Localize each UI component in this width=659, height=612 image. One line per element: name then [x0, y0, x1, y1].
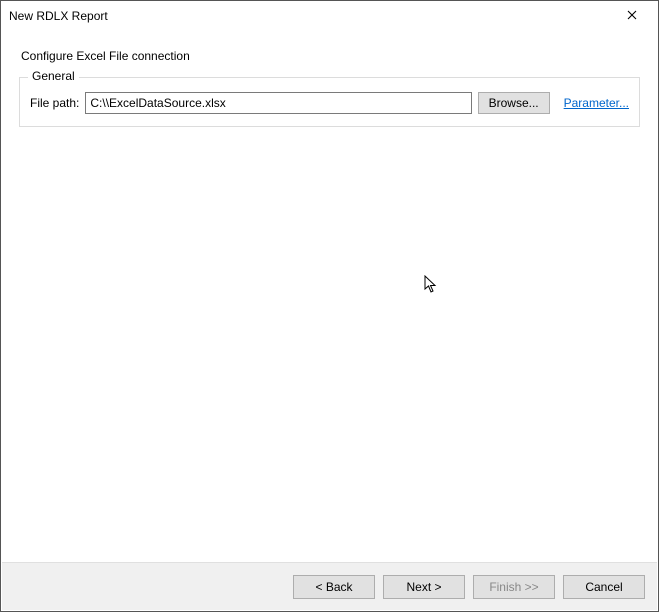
cursor-icon [424, 275, 440, 298]
parameter-link[interactable]: Parameter... [564, 96, 629, 110]
window-title: New RDLX Report [9, 9, 108, 23]
file-path-label: File path: [30, 96, 79, 110]
back-button[interactable]: < Back [293, 575, 375, 599]
file-path-input[interactable] [85, 92, 471, 114]
finish-button: Finish >> [473, 575, 555, 599]
file-path-row: File path: Browse... Parameter... [30, 92, 629, 114]
general-legend: General [28, 69, 79, 83]
browse-button[interactable]: Browse... [478, 92, 550, 114]
cancel-button[interactable]: Cancel [563, 575, 645, 599]
general-group: General File path: Browse... Parameter..… [19, 77, 640, 127]
titlebar: New RDLX Report [1, 1, 658, 31]
next-button[interactable]: Next > [383, 575, 465, 599]
wizard-footer: < Back Next > Finish >> Cancel [2, 562, 657, 610]
close-icon [627, 9, 637, 23]
content-area: Configure Excel File connection General … [1, 31, 658, 127]
page-heading: Configure Excel File connection [21, 49, 640, 63]
close-button[interactable] [612, 2, 652, 30]
